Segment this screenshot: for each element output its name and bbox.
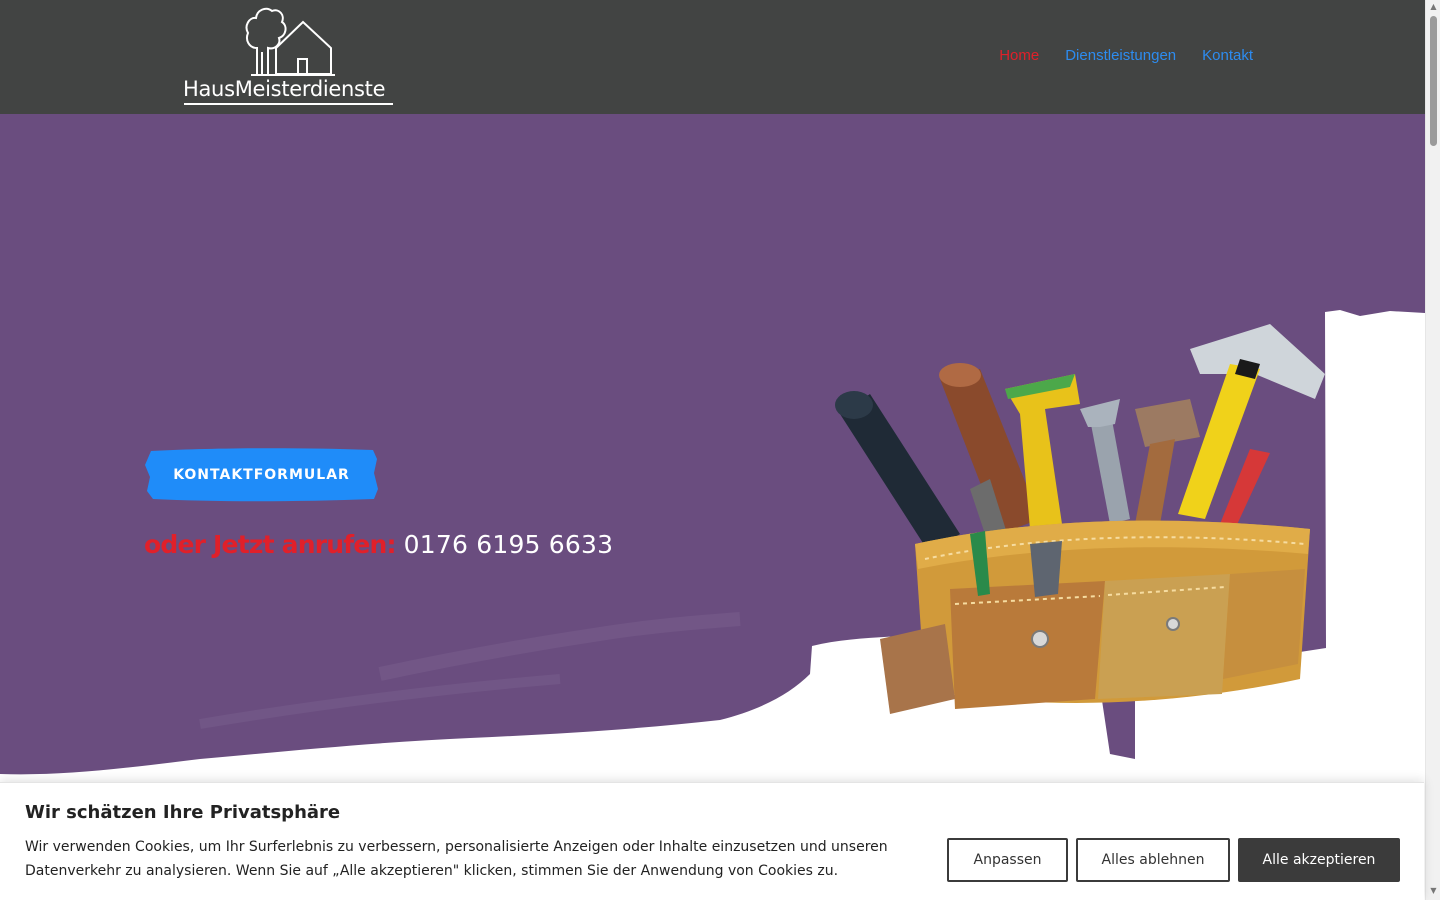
scroll-down-icon[interactable]: ▼ [1426, 884, 1440, 898]
nav-home[interactable]: Home [999, 46, 1039, 66]
logo-underline [184, 103, 393, 105]
phone-number[interactable]: 0176 6195 6633 [404, 530, 614, 559]
cookie-title: Wir schätzen Ihre Privatsphäre [25, 802, 341, 823]
hero-section: KONTAKTFORMULAR oder Jetzt anrufen: 0176… [0, 114, 1425, 814]
site-logo[interactable]: HausMeisterdienste [183, 4, 395, 108]
site-header: HausMeisterdienste Home Dienstleistungen… [0, 0, 1425, 114]
house-tree-icon [245, 7, 335, 76]
page-scrollbar[interactable]: ▲ ▼ [1425, 0, 1440, 900]
contact-form-button[interactable]: KONTAKTFORMULAR [145, 447, 378, 502]
cookie-accept-button[interactable]: Alle akzeptieren [1238, 838, 1400, 882]
contact-form-button-label: KONTAKTFORMULAR [173, 466, 350, 483]
cookie-banner: Wir schätzen Ihre Privatsphäre Wir verwe… [0, 782, 1424, 900]
nav-kontakt[interactable]: Kontakt [1202, 46, 1253, 66]
cookie-text: Wir verwenden Cookies, um Ihr Surferlebn… [25, 839, 888, 879]
scroll-thumb[interactable] [1430, 16, 1437, 146]
cookie-customize-button[interactable]: Anpassen [947, 838, 1068, 882]
call-line: oder Jetzt anrufen: 0176 6195 6633 [144, 528, 613, 562]
tool-belt-image [835, 324, 1325, 714]
main-nav: Home Dienstleistungen Kontakt [999, 46, 1253, 66]
nav-dienstleistungen[interactable]: Dienstleistungen [1065, 46, 1176, 66]
scroll-up-icon[interactable]: ▲ [1426, 0, 1440, 14]
call-prefix: oder Jetzt anrufen: [144, 530, 397, 559]
logo-text: HausMeisterdienste [183, 77, 386, 101]
cookie-reject-button[interactable]: Alles ablehnen [1076, 838, 1230, 882]
